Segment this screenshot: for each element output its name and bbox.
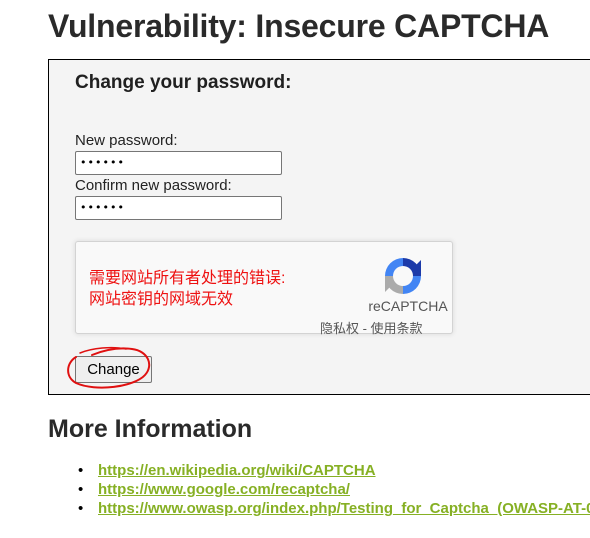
recaptcha-brand: reCAPTCHA bbox=[368, 298, 448, 314]
bullet-icon: • bbox=[78, 500, 84, 517]
password-change-panel: Change your password: New password: ••••… bbox=[48, 59, 590, 395]
more-information-heading: More Information bbox=[48, 415, 253, 443]
page-title: Vulnerability: Insecure CAPTCHA bbox=[48, 8, 550, 44]
bullet-icon: • bbox=[78, 481, 84, 498]
recaptcha-error-line-1: 需要网站所有者处理的错误: bbox=[89, 270, 286, 287]
link-google-recaptcha[interactable]: https://www.google.com/recaptcha/ bbox=[98, 481, 350, 498]
confirm-password-input[interactable]: •••••• bbox=[75, 196, 282, 220]
new-password-label: New password: bbox=[75, 132, 178, 149]
recaptcha-error-message: 需要网站所有者处理的错误: 网站密钥的网域无效 bbox=[89, 268, 285, 310]
recaptcha-terms-links[interactable]: 隐私权 - 使用条款 bbox=[320, 318, 423, 337]
form-heading: Change your password: bbox=[75, 72, 292, 93]
recaptcha-widget[interactable]: 需要网站所有者处理的错误: 网站密钥的网域无效 reCAPTCHA 隐私权 - … bbox=[75, 241, 453, 337]
link-wikipedia-captcha[interactable]: https://en.wikipedia.org/wiki/CAPTCHA bbox=[98, 462, 376, 479]
new-password-input[interactable]: •••••• bbox=[75, 151, 282, 175]
bullet-icon: • bbox=[78, 462, 84, 479]
change-button[interactable]: Change bbox=[75, 356, 152, 383]
link-owasp-captcha-testing[interactable]: https://www.owasp.org/index.php/Testing_… bbox=[98, 500, 590, 517]
confirm-password-label: Confirm new password: bbox=[75, 177, 232, 194]
recaptcha-logo-icon bbox=[385, 258, 421, 294]
recaptcha-error-line-2: 网站密钥的网域无效 bbox=[89, 291, 234, 308]
